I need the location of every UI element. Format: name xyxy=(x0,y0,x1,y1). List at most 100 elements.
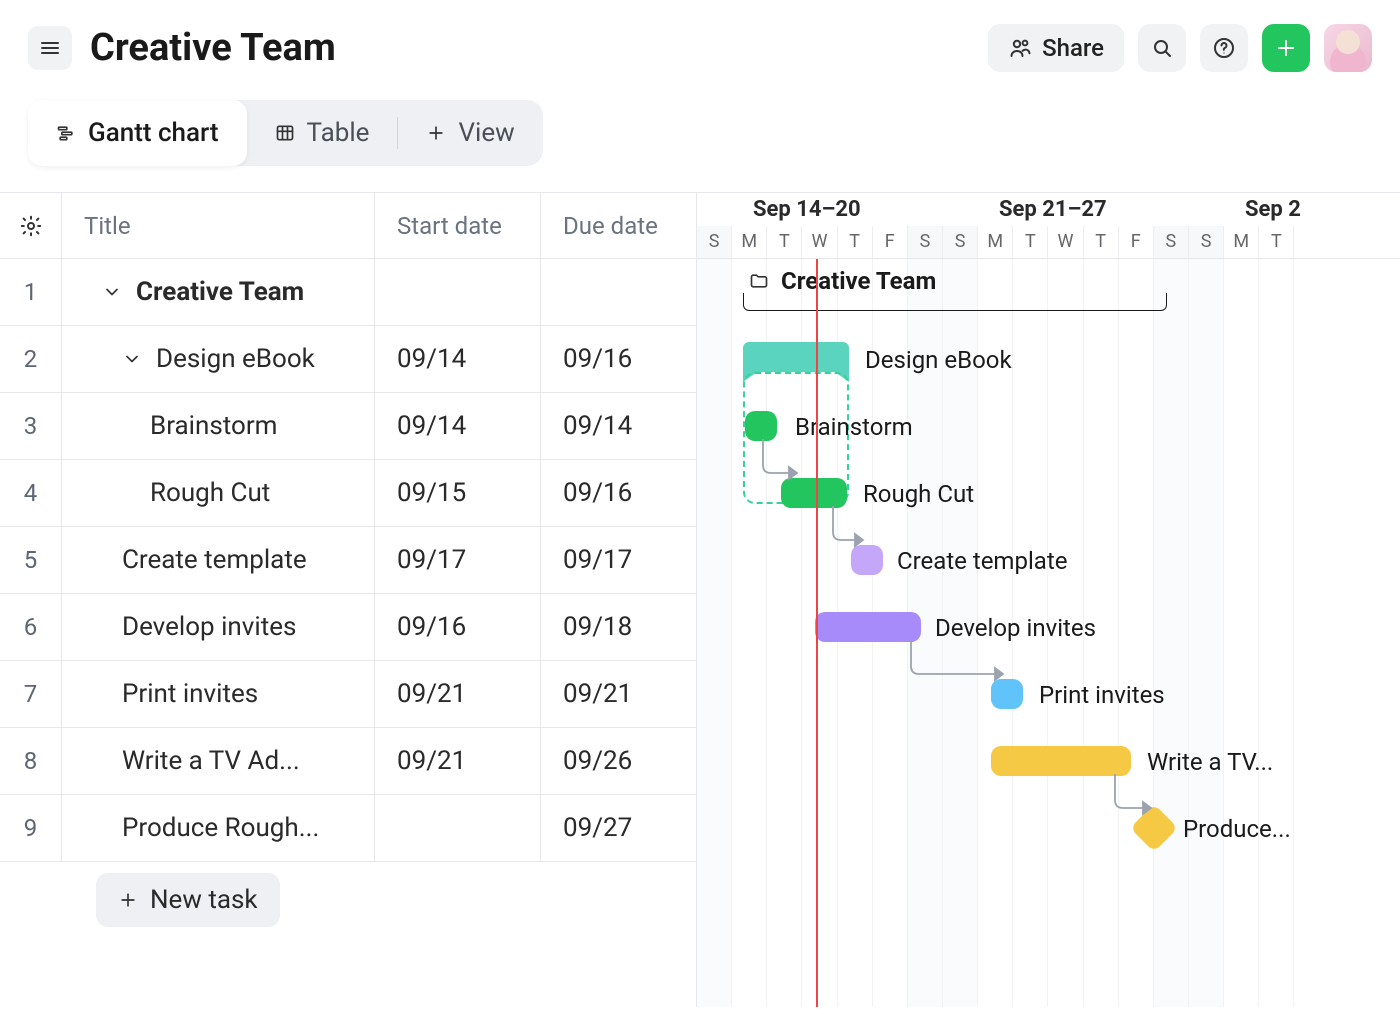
table-row: 1 Creative Team xyxy=(0,259,696,326)
task-title: Brainstorm xyxy=(150,411,277,441)
due-date-cell[interactable]: 09/17 xyxy=(541,527,695,593)
new-task-button[interactable]: New task xyxy=(96,873,280,927)
due-date-cell[interactable]: 09/18 xyxy=(541,594,695,660)
gantt-group-label[interactable]: Creative Team xyxy=(749,267,936,295)
gantt-label-write-tv-ad: Write a TV... xyxy=(1147,748,1273,776)
add-button[interactable] xyxy=(1262,24,1310,72)
search-icon xyxy=(1150,36,1174,60)
gantt-bar-brainstorm[interactable] xyxy=(745,411,777,441)
row-number: 4 xyxy=(0,460,62,526)
dependency-arrow xyxy=(759,439,799,485)
start-date-cell[interactable]: 09/21 xyxy=(375,661,541,727)
due-date-cell[interactable] xyxy=(541,259,695,325)
timeline-day-header: W xyxy=(1048,226,1083,258)
timeline-day-header: T xyxy=(1259,226,1294,258)
due-date-cell[interactable]: 09/14 xyxy=(541,393,695,459)
gantt-icon xyxy=(56,123,76,143)
timeline-day-header: W xyxy=(802,226,837,258)
start-date-cell[interactable]: 09/16 xyxy=(375,594,541,660)
gantt-label-produce: Produce... xyxy=(1183,815,1291,843)
gantt-bar-develop-invites[interactable] xyxy=(815,612,921,642)
due-date-cell[interactable]: 09/16 xyxy=(541,326,695,392)
table-settings-button[interactable] xyxy=(0,193,62,258)
task-title: Rough Cut xyxy=(150,478,270,508)
row-number: 1 xyxy=(0,259,62,325)
col-header-title[interactable]: Title xyxy=(62,193,375,258)
table-row: 9 Produce Rough... 09/27 xyxy=(0,795,696,862)
week-label-2[interactable]: Sep 21–27 xyxy=(999,197,1107,222)
tab-table[interactable]: Table xyxy=(247,100,398,166)
start-date-cell[interactable] xyxy=(375,259,541,325)
dependency-arrow xyxy=(829,506,869,552)
start-date-cell[interactable]: 09/17 xyxy=(375,527,541,593)
task-title-cell[interactable]: Creative Team xyxy=(62,259,375,325)
task-title: Creative Team xyxy=(136,277,304,307)
gantt-label-design-ebook: Design eBook xyxy=(865,346,1012,374)
row-number: 9 xyxy=(0,795,62,861)
timeline-day-header: S xyxy=(697,226,732,258)
hamburger-icon xyxy=(38,36,62,60)
col-header-start[interactable]: Start date xyxy=(375,193,541,258)
start-date-cell[interactable]: 09/15 xyxy=(375,460,541,526)
avatar[interactable] xyxy=(1324,24,1372,72)
gantt-bar-write-tv-ad[interactable] xyxy=(991,746,1131,776)
start-date-cell[interactable]: 09/14 xyxy=(375,326,541,392)
task-title: Produce Rough... xyxy=(122,813,319,843)
task-title-cell[interactable]: Produce Rough... xyxy=(62,795,375,861)
task-title-cell[interactable]: Develop invites xyxy=(62,594,375,660)
plus-icon xyxy=(118,890,138,910)
tab-add-view[interactable]: View xyxy=(398,100,542,166)
start-date-cell[interactable]: 09/14 xyxy=(375,393,541,459)
timeline-day-header: S xyxy=(1189,226,1224,258)
due-date-cell[interactable]: 09/16 xyxy=(541,460,695,526)
timeline-day-header: T xyxy=(1013,226,1048,258)
task-title-cell[interactable]: Brainstorm xyxy=(62,393,375,459)
timeline-day-header: F xyxy=(1119,226,1154,258)
dependency-arrow xyxy=(1111,774,1161,820)
menu-button[interactable] xyxy=(28,26,72,70)
task-title: Print invites xyxy=(122,679,258,709)
plus-icon xyxy=(1274,36,1298,60)
timeline-day-header: M xyxy=(732,226,767,258)
row-number: 8 xyxy=(0,728,62,794)
timeline-day-header: M xyxy=(978,226,1013,258)
share-button[interactable]: Share xyxy=(988,24,1124,72)
page-title: Creative Team xyxy=(90,26,970,70)
table-row: 5Create template09/1709/17 xyxy=(0,527,696,594)
table-icon xyxy=(275,123,295,143)
task-title-cell[interactable]: Rough Cut xyxy=(62,460,375,526)
due-date-cell[interactable]: 09/26 xyxy=(541,728,695,794)
week-label-3[interactable]: Sep 2 xyxy=(1245,197,1301,222)
col-header-due[interactable]: Due date xyxy=(541,193,695,258)
today-indicator xyxy=(816,259,818,1007)
due-date-cell[interactable]: 09/21 xyxy=(541,661,695,727)
timeline-day-header: T xyxy=(767,226,802,258)
row-number: 6 xyxy=(0,594,62,660)
task-title-cell[interactable]: Create template xyxy=(62,527,375,593)
start-date-cell[interactable] xyxy=(375,795,541,861)
search-button[interactable] xyxy=(1138,24,1186,72)
table-row: 6Develop invites09/1609/18 xyxy=(0,594,696,661)
timeline-day-header: F xyxy=(873,226,908,258)
gantt-bar-design-ebook[interactable] xyxy=(743,342,849,372)
tab-add-view-label: View xyxy=(458,118,514,148)
view-tabs: Gantt chart Table View xyxy=(28,100,543,166)
table-row: 3Brainstorm09/1409/14 xyxy=(0,393,696,460)
task-title-cell[interactable]: Write a TV Ad... xyxy=(62,728,375,794)
gantt-label-develop-invites: Develop invites xyxy=(935,614,1096,642)
gear-icon xyxy=(19,214,43,238)
due-date-cell[interactable]: 09/27 xyxy=(541,795,695,861)
table-row: 2Design eBook09/1409/16 xyxy=(0,326,696,393)
new-task-label: New task xyxy=(150,885,258,915)
task-title-cell[interactable]: Print invites xyxy=(62,661,375,727)
table-row: 7Print invites09/2109/21 xyxy=(0,661,696,728)
week-label-1[interactable]: Sep 14–20 xyxy=(753,197,861,222)
help-button[interactable] xyxy=(1200,24,1248,72)
start-date-cell[interactable]: 09/21 xyxy=(375,728,541,794)
tab-gantt[interactable]: Gantt chart xyxy=(28,100,247,166)
task-title: Write a TV Ad... xyxy=(122,746,300,776)
task-title-cell[interactable]: Design eBook xyxy=(62,326,375,392)
task-title: Create template xyxy=(122,545,307,575)
task-title: Design eBook xyxy=(156,344,315,374)
gantt-label-create-template: Create template xyxy=(897,547,1067,575)
